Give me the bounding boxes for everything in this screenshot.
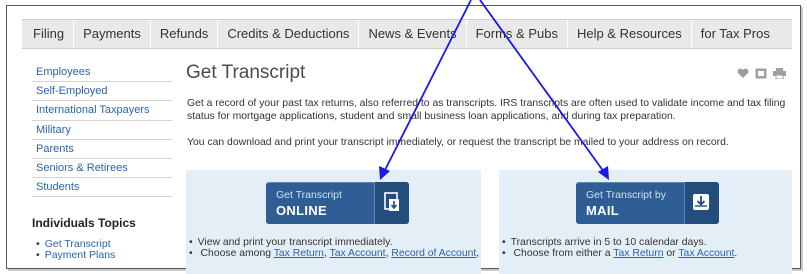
arrow-head-online: [379, 166, 390, 180]
annotation-arrows: [379, 0, 609, 180]
arrow-to-mail-button: [479, 0, 605, 173]
arrow-head-mail: [598, 166, 609, 180]
arrow-to-online-button: [383, 0, 472, 173]
